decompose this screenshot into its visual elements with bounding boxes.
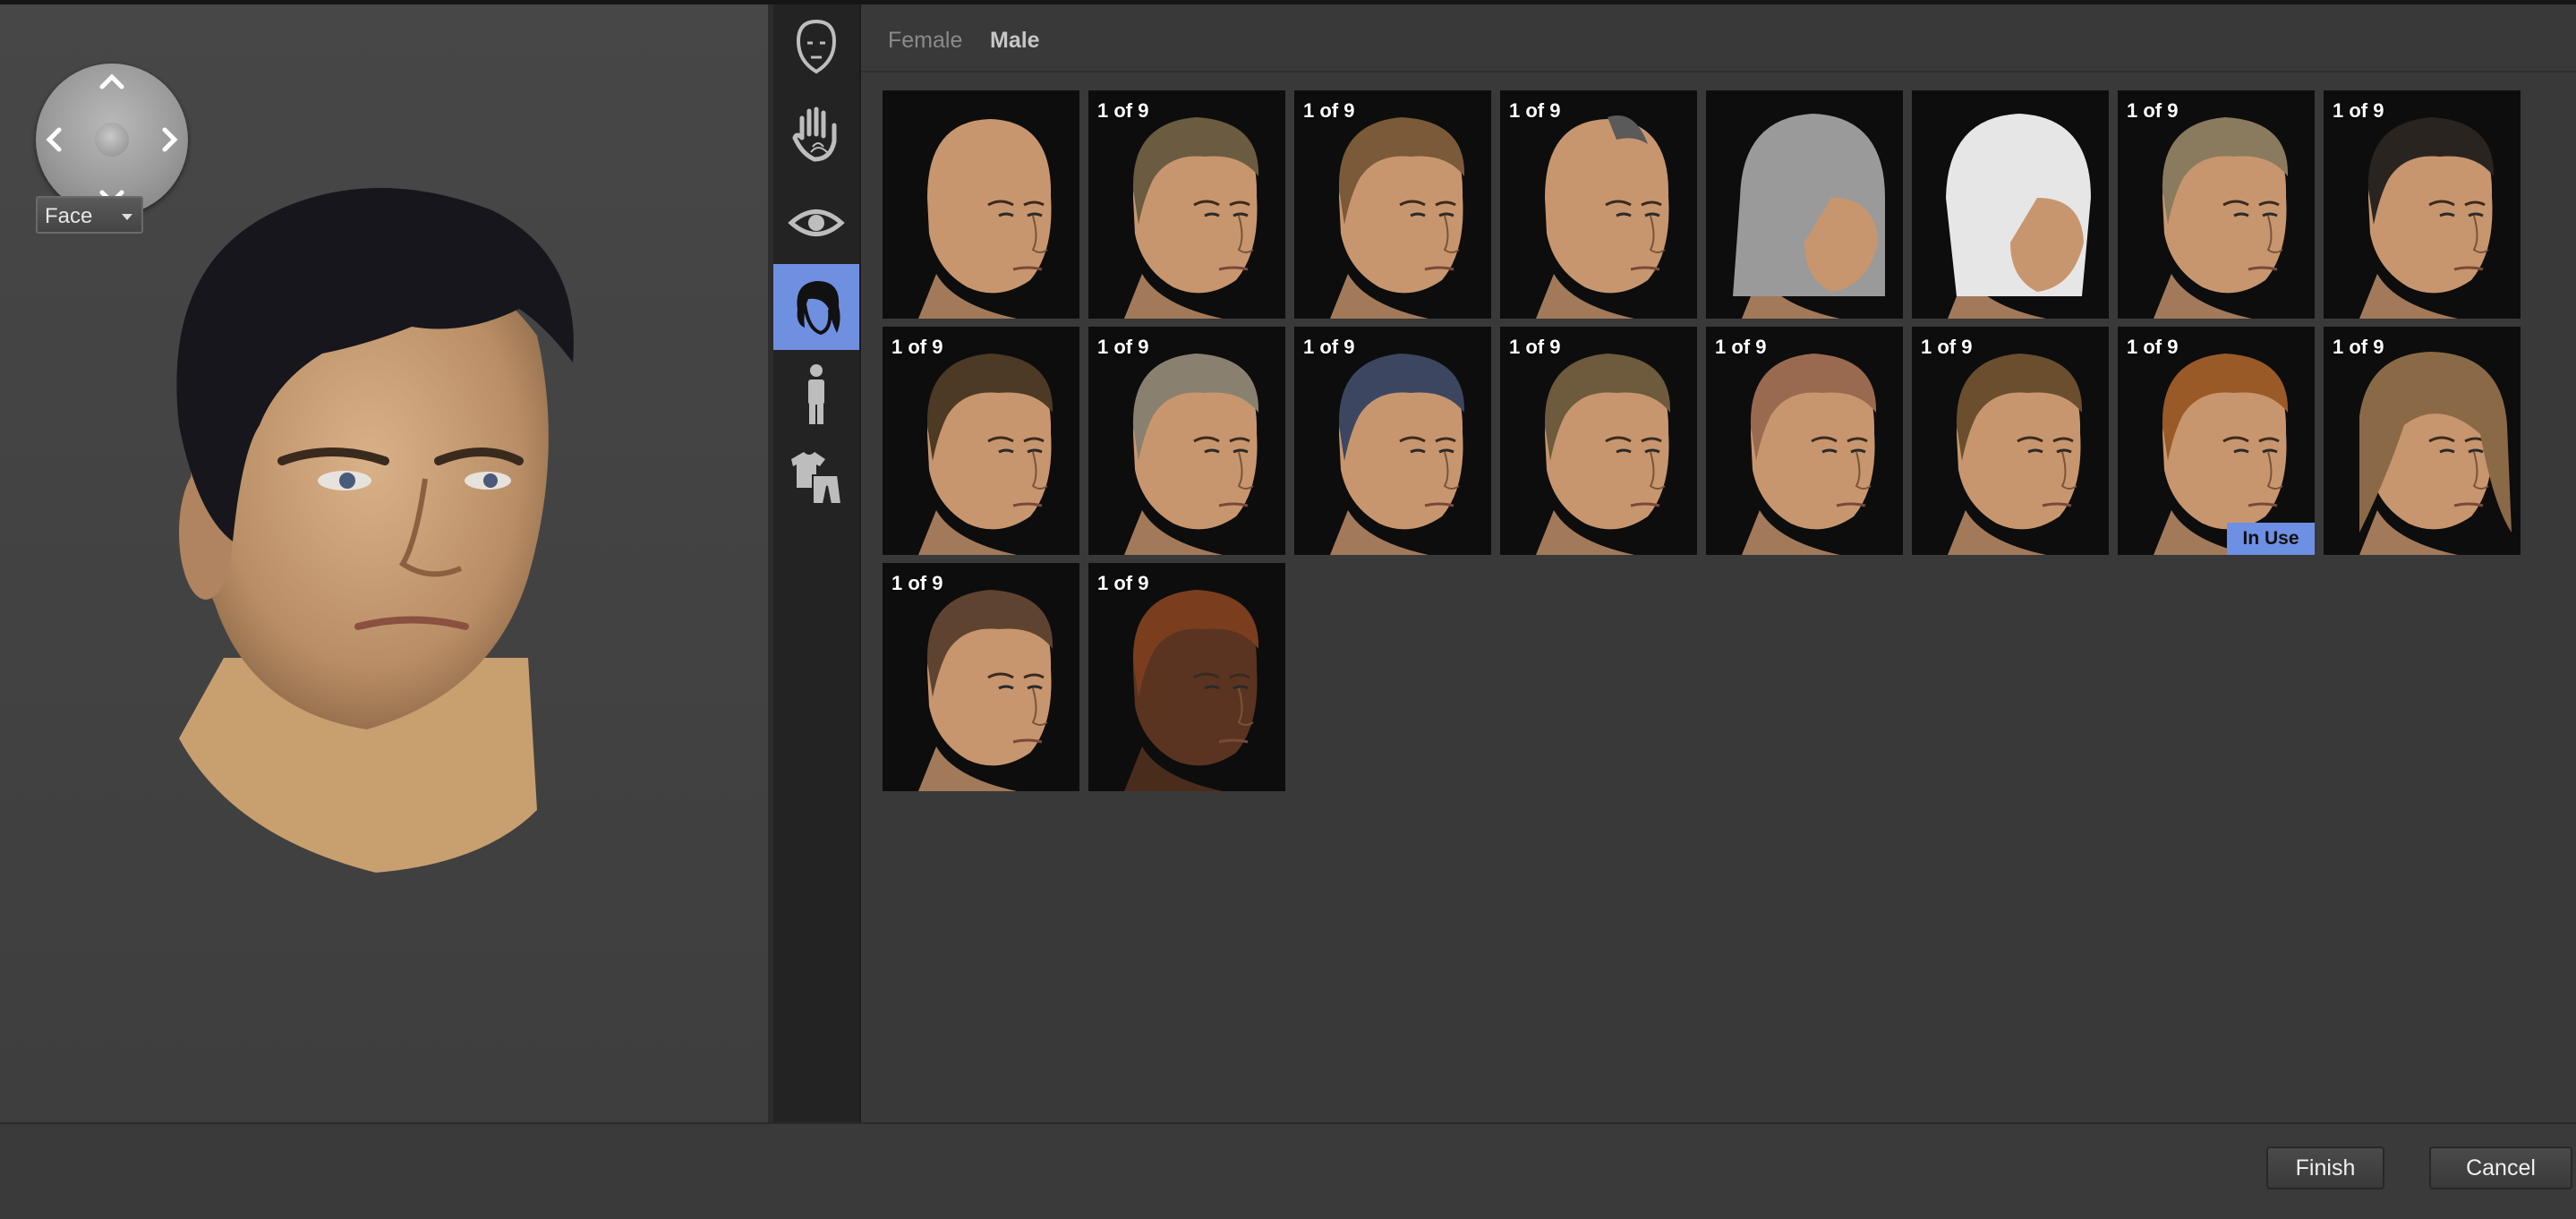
- hand-fingerprint-icon: [792, 107, 837, 162]
- dropdown-caret-icon: [122, 214, 132, 220]
- hair-style-thumbnail[interactable]: 1 of 9: [1500, 327, 1697, 555]
- variation-count: 1 of 9: [1097, 572, 1149, 594]
- hair-style-preview: [1330, 354, 1465, 555]
- variation-count: 1 of 9: [2127, 336, 2179, 358]
- hair-tool[interactable]: [773, 264, 859, 350]
- variation-count: 1 of 9: [1303, 336, 1355, 358]
- hair-style-preview: [918, 590, 1053, 791]
- clothing-tool[interactable]: [773, 434, 859, 520]
- variation-count: 1 of 9: [1921, 336, 1973, 358]
- view-select[interactable]: Face: [36, 196, 143, 234]
- variation-count: 1 of 9: [2333, 99, 2384, 122]
- person-icon: [808, 364, 824, 424]
- cancel-button[interactable]: Cancel: [2429, 1147, 2572, 1189]
- hair-style-thumbnail[interactable]: 1 of 9: [1294, 327, 1491, 555]
- chevron-left-icon[interactable]: [45, 126, 63, 153]
- hair-style-thumbnail[interactable]: 1 of 9: [2118, 90, 2315, 319]
- category-toolstrip: [773, 4, 861, 1122]
- hair-style-preview: [1742, 354, 1877, 555]
- variation-count: 1 of 9: [1303, 99, 1355, 122]
- avatar-preview-pane: Face: [0, 4, 768, 1122]
- hair-style-thumbnail[interactable]: 1 of 9: [1500, 90, 1697, 319]
- hair-style-thumbnail[interactable]: 1 of 9: [1706, 327, 1903, 555]
- dialog-footer: Finish Cancel: [0, 1122, 2576, 1219]
- skin-tool[interactable]: [773, 90, 859, 176]
- hair-style-thumbnail[interactable]: 1 of 9: [2324, 90, 2521, 319]
- variation-count: 1 of 9: [2127, 99, 2179, 122]
- body-tool[interactable]: [773, 352, 859, 438]
- avatar-head-render[interactable]: [143, 157, 609, 908]
- hair-style-preview: [1536, 354, 1671, 555]
- eyes-tool[interactable]: [773, 180, 859, 266]
- hair-style-thumbnail[interactable]: [1706, 90, 1903, 319]
- hair-style-preview: [1124, 117, 1259, 319]
- hair-style-preview: [1946, 114, 2091, 319]
- hair-style-preview: [918, 354, 1053, 555]
- hair-style-preview: [1733, 114, 1885, 319]
- hair-style-preview: [1948, 354, 2083, 555]
- view-select-value: Face: [45, 204, 93, 228]
- hair-style-preview: [1330, 117, 1465, 319]
- hair-style-preview: [1124, 590, 1259, 791]
- hair-style-thumbnail[interactable]: 1 of 9: [883, 563, 1079, 791]
- finish-button[interactable]: Finish: [2266, 1147, 2384, 1189]
- variation-count: 1 of 9: [1097, 336, 1149, 358]
- hair-style-preview: [2359, 117, 2495, 319]
- variation-count: 1 of 9: [891, 336, 943, 358]
- hair-style-preview: [2154, 354, 2289, 555]
- hair-selection-panel: Female Male 1 of 91 of 91 of 91 of 91 of…: [861, 4, 2576, 1122]
- hair-style-thumbnail[interactable]: 1 of 9: [1088, 327, 1285, 555]
- variation-count: 1 of 9: [2333, 336, 2384, 358]
- hair-style-thumbnail[interactable]: 1 of 9: [2324, 327, 2521, 555]
- chevron-up-icon[interactable]: [98, 72, 125, 90]
- in-use-badge: In Use: [2227, 523, 2315, 555]
- hair-style-preview: [918, 119, 1052, 319]
- hair-style-thumbnail[interactable]: 1 of 9: [1912, 327, 2109, 555]
- hair-style-thumbnail[interactable]: 1 of 9: [1088, 563, 1285, 791]
- variation-count: 1 of 9: [891, 572, 943, 594]
- hair-style-preview: [1536, 115, 1669, 319]
- chevron-right-icon[interactable]: [161, 126, 179, 153]
- hair-style-thumbnail[interactable]: 1 of 9: [883, 327, 1079, 555]
- hair-style-thumbnail[interactable]: 1 of 9: [1088, 90, 1285, 319]
- variation-count: 1 of 9: [1715, 336, 1767, 358]
- tab-male[interactable]: Male: [990, 28, 1040, 54]
- eye-icon: [788, 209, 845, 236]
- variation-count: 1 of 9: [1097, 99, 1149, 122]
- hair-style-thumbnail[interactable]: [883, 90, 1079, 319]
- hair-style-preview: [2154, 117, 2289, 319]
- hair-style-thumbnail[interactable]: 1 of 9: [1294, 90, 1491, 319]
- gender-tabs: Female Male: [861, 4, 2576, 72]
- face-tool[interactable]: [773, 4, 859, 90]
- hair-style-thumbnail[interactable]: 1 of 9 In Use: [2118, 327, 2315, 555]
- variation-count: 1 of 9: [1509, 336, 1561, 358]
- variation-count: 1 of 9: [1509, 99, 1561, 122]
- face-icon: [796, 19, 837, 74]
- hair-icon: [797, 281, 840, 336]
- hair-style-preview: [2359, 352, 2512, 555]
- hair-style-preview: [1124, 354, 1259, 555]
- clothing-icon: [791, 452, 843, 505]
- camera-reset-knob[interactable]: [95, 123, 129, 157]
- hair-style-thumbnail[interactable]: [1912, 90, 2109, 319]
- tab-female[interactable]: Female: [888, 28, 962, 54]
